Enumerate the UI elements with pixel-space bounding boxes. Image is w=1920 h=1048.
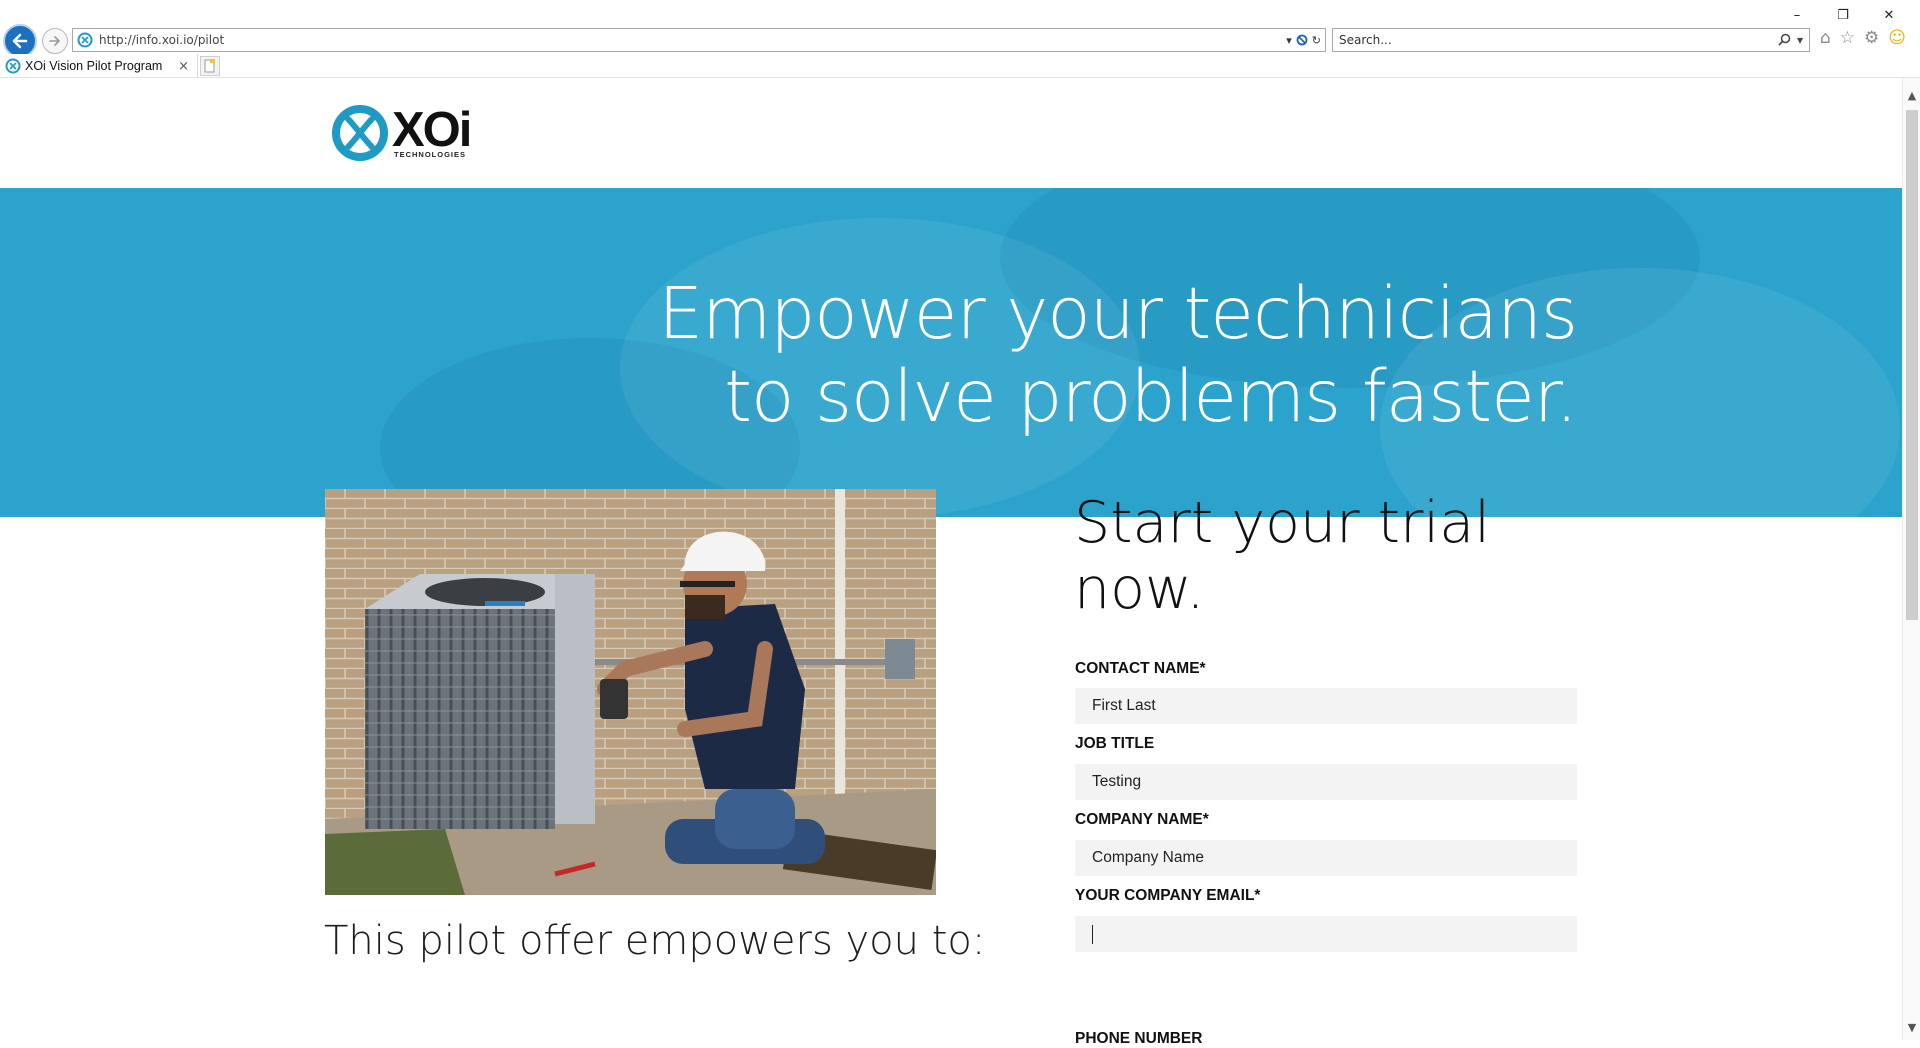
scroll-up-icon[interactable]: ▲ (1903, 86, 1920, 104)
job-title-value: Testing (1092, 773, 1142, 790)
logo-word: XOi (392, 102, 472, 157)
page-viewport: XOi TECHNOLOGIES Empower your technician… (0, 78, 1902, 1040)
logo-subtitle: TECHNOLOGIES (394, 149, 467, 159)
job-title-field[interactable]: Testing (1075, 764, 1577, 800)
back-button[interactable] (3, 24, 37, 58)
company-name-value: Company Name (1092, 849, 1204, 866)
phone-number-label: PHONE NUMBER (1075, 1030, 1203, 1047)
search-icon[interactable] (1778, 33, 1791, 46)
arrow-right-icon (49, 36, 60, 46)
search-input[interactable]: Search... (1333, 33, 1778, 47)
hero-line-2: to solve problems faster. (724, 355, 1578, 438)
company-name-field[interactable]: Company Name (1075, 840, 1577, 876)
company-email-field[interactable] (1075, 916, 1577, 952)
scrollbar-thumb[interactable] (1906, 110, 1918, 620)
window-controls: – ❐ ✕ (1774, 4, 1912, 26)
search-box[interactable]: Search... ▾ (1332, 28, 1810, 52)
tab-title: XOi Vision Pilot Program (25, 59, 163, 73)
xoi-favicon-icon (5, 58, 21, 74)
close-window-button[interactable]: ✕ (1866, 4, 1912, 26)
company-name-label: COMPANY NAME* (1075, 811, 1209, 828)
hero-headline: Empower your technicians to solve proble… (658, 272, 1578, 438)
technician-photo-illustration (325, 489, 936, 895)
xoi-favicon-icon (77, 32, 93, 48)
company-email-label: YOUR COMPANY EMAIL* (1075, 887, 1261, 904)
tab-close-icon[interactable]: × (178, 59, 189, 74)
home-icon[interactable]: ⌂ (1820, 28, 1831, 48)
new-tab-button[interactable] (200, 56, 220, 76)
xoi-logo-mark-icon (332, 105, 388, 161)
xoi-logo[interactable]: XOi TECHNOLOGIES (332, 102, 472, 161)
contact-name-value: First Last (1092, 697, 1156, 714)
smiley-feedback-icon[interactable]: ☺ (1888, 28, 1906, 48)
minimize-button[interactable]: – (1774, 4, 1820, 26)
scroll-down-icon[interactable]: ▼ (1903, 1018, 1920, 1036)
address-actions: ▾ ↻ (1286, 34, 1325, 47)
job-title-label: JOB TITLE (1075, 735, 1155, 752)
refresh-icon[interactable]: ↻ (1312, 34, 1321, 47)
restore-button[interactable]: ❐ (1820, 4, 1866, 26)
tab-xoi-pilot[interactable]: XOi Vision Pilot Program × (0, 54, 198, 78)
form-title-line-1: Start your trial (1074, 490, 1491, 556)
search-actions: ▾ (1778, 33, 1809, 47)
dropdown-icon[interactable]: ▾ (1286, 34, 1292, 47)
search-dropdown-icon[interactable]: ▾ (1797, 33, 1803, 47)
hero-line-1: Empower your technicians (658, 272, 1578, 355)
page-scrollbar[interactable]: ▲ ▼ (1902, 78, 1920, 1040)
browser-toolbar: ⌂ ☆ ⚙ ☺ (1820, 28, 1906, 48)
form-title: Start your trial now. (1074, 490, 1494, 622)
contact-name-field[interactable]: First Last (1075, 688, 1577, 724)
favorites-star-icon[interactable]: ☆ (1840, 28, 1855, 48)
technician-photo (325, 489, 936, 895)
contact-name-label: CONTACT NAME* (1075, 660, 1206, 677)
compat-view-icon[interactable] (1296, 34, 1308, 46)
form-title-line-2: now. (1074, 556, 1205, 622)
forward-button[interactable] (42, 28, 68, 54)
hero-banner: Empower your technicians to solve proble… (0, 188, 1902, 517)
address-bar[interactable]: http://info.xoi.io/pilot ▾ ↻ (72, 28, 1326, 52)
text-caret (1092, 924, 1093, 944)
logo-wordmark: XOi TECHNOLOGIES (392, 102, 472, 159)
address-url[interactable]: http://info.xoi.io/pilot (99, 33, 1286, 47)
arrow-left-icon (12, 33, 28, 49)
pilot-heading: This pilot offer empowers you to: (324, 918, 986, 964)
settings-gear-icon[interactable]: ⚙ (1864, 28, 1879, 48)
new-tab-icon (204, 59, 215, 73)
browser-chrome: – ❐ ✕ http://info.xoi.io/pilot ▾ ↻ Searc… (0, 0, 1920, 78)
